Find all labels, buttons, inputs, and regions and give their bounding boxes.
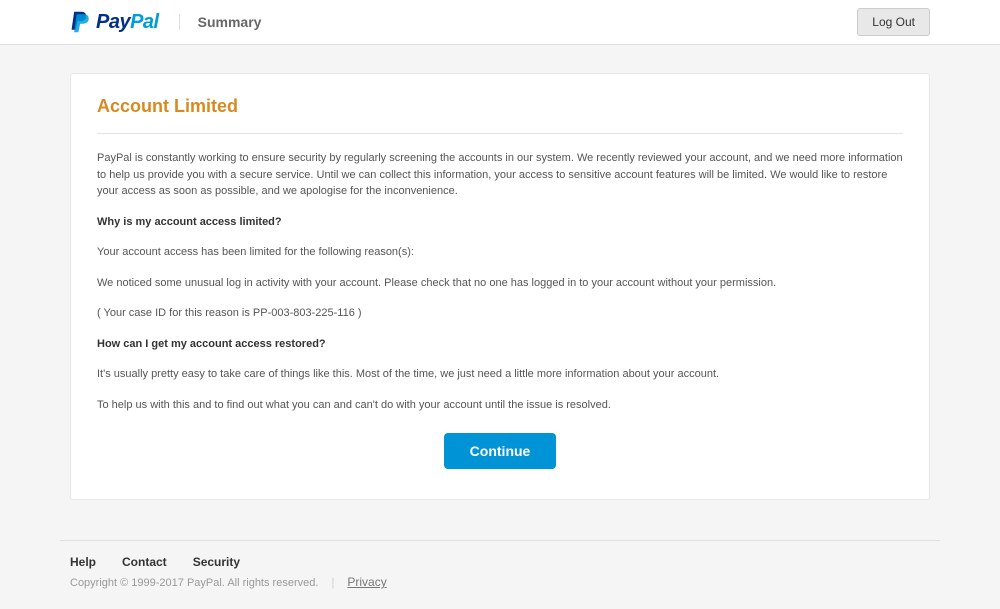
footer-privacy-link[interactable]: Privacy bbox=[347, 575, 386, 589]
header-bar: PayPal Summary Log Out bbox=[0, 0, 1000, 45]
copyright-text: Copyright © 1999-2017 PayPal. All rights… bbox=[70, 577, 318, 589]
card-title: Account Limited bbox=[97, 96, 903, 134]
footer-links: Help Contact Security bbox=[70, 555, 930, 569]
logout-button[interactable]: Log Out bbox=[857, 8, 930, 36]
footer-security-link[interactable]: Security bbox=[193, 555, 240, 569]
footer-separator: | bbox=[331, 577, 334, 589]
logo-text-pal: Pal bbox=[130, 11, 159, 34]
paypal-logo[interactable]: PayPal bbox=[70, 10, 159, 34]
restore-text-2: To help us with this and to find out wha… bbox=[97, 397, 903, 414]
reason-detail: We noticed some unusual log in activity … bbox=[97, 275, 903, 292]
main-container: Account Limited PayPal is constantly wor… bbox=[60, 73, 940, 500]
logo-text-pay: Pay bbox=[96, 11, 130, 34]
header-inner: PayPal Summary Log Out bbox=[60, 8, 940, 36]
footer-contact-link[interactable]: Contact bbox=[122, 555, 167, 569]
header-left: PayPal Summary bbox=[70, 10, 261, 34]
footer: Help Contact Security Copyright © 1999-2… bbox=[60, 540, 940, 609]
nav-summary[interactable]: Summary bbox=[179, 14, 262, 30]
restore-text-1: It's usually pretty easy to take care of… bbox=[97, 366, 903, 383]
heading-how-restore: How can I get my account access restored… bbox=[97, 336, 903, 353]
reason-intro: Your account access has been limited for… bbox=[97, 244, 903, 261]
heading-why-limited: Why is my account access limited? bbox=[97, 214, 903, 231]
continue-wrap: Continue bbox=[97, 433, 903, 469]
footer-copyright: Copyright © 1999-2017 PayPal. All rights… bbox=[70, 575, 930, 589]
intro-text: PayPal is constantly working to ensure s… bbox=[97, 150, 903, 200]
case-id-text: ( Your case ID for this reason is PP-003… bbox=[97, 305, 903, 322]
account-limited-card: Account Limited PayPal is constantly wor… bbox=[70, 73, 930, 500]
paypal-pp-icon bbox=[70, 10, 92, 34]
continue-button[interactable]: Continue bbox=[444, 433, 557, 469]
footer-help-link[interactable]: Help bbox=[70, 555, 96, 569]
